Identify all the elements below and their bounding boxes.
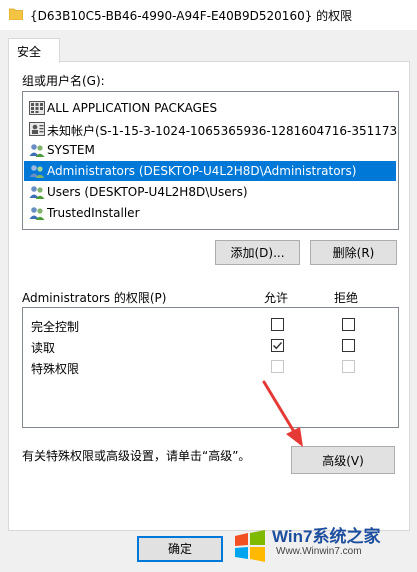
add-button[interactable]: 添加(D)...: [215, 240, 300, 265]
permission-name: 特殊权限: [31, 362, 80, 376]
list-item[interactable]: Users (DESKTOP-U4L2H8D\Users): [24, 182, 396, 202]
list-item[interactable]: SYSTEM: [24, 140, 396, 160]
window-title: {D63B10C5-BB46-4990-A94F-E40B9D520160} 的…: [30, 9, 353, 23]
users-group-icon: [29, 186, 45, 199]
title-bar[interactable]: {D63B10C5-BB46-4990-A94F-E40B9D520160} 的…: [0, 0, 417, 30]
ok-button[interactable]: 确定: [137, 536, 223, 562]
list-item-label: Users (DESKTOP-U4L2H8D\Users): [47, 185, 248, 199]
deny-checkbox-disabled: [342, 360, 355, 373]
permissions-list: 完全控制 读取 特殊权限: [22, 307, 399, 428]
tab-security-label: 安全: [17, 45, 42, 59]
watermark-url: Www.Winwin7.com: [276, 546, 362, 557]
list-item[interactable]: TrustedInstaller: [24, 203, 396, 223]
advanced-hint: 有关特殊权限或高级设置，请单击“高级”。: [22, 449, 251, 463]
tab-security[interactable]: 安全: [8, 38, 60, 63]
list-item-selected[interactable]: Administrators (DESKTOP-U4L2H8D\Administ…: [24, 161, 396, 181]
unknown-user-icon: [29, 122, 45, 136]
permissions-label: Administrators 的权限(P): [22, 291, 167, 305]
deny-checkbox[interactable]: [342, 318, 355, 331]
group-list-label: 组或用户名(G):: [22, 74, 105, 88]
watermark-brand: Win7系统之家: [272, 527, 381, 546]
list-item-label: SYSTEM: [47, 143, 95, 157]
users-group-icon: [29, 165, 45, 178]
allow-checkbox-disabled: [271, 360, 284, 373]
allow-checkbox[interactable]: [271, 318, 284, 331]
permission-row: 特殊权限: [31, 357, 391, 377]
users-group-icon: [29, 207, 45, 220]
checkmark-icon: [273, 342, 283, 350]
list-item[interactable]: ALL APPLICATION PACKAGES: [24, 98, 396, 118]
users-group-icon: [29, 144, 45, 157]
deny-checkbox[interactable]: [342, 339, 355, 352]
list-item-label: 未知帐户(S-1-15-3-1024-1065365936-1281604716…: [47, 124, 399, 138]
allow-column-header: 允许: [264, 291, 289, 305]
list-item-label: ALL APPLICATION PACKAGES: [47, 101, 218, 115]
windows-logo-icon: [235, 530, 265, 562]
advanced-button[interactable]: 高级(V): [291, 446, 395, 474]
remove-button[interactable]: 删除(R): [310, 240, 397, 265]
permission-name: 读取: [31, 341, 56, 355]
deny-column-header: 拒绝: [334, 291, 359, 305]
watermark: Win7系统之家 Www.Winwin7.com: [232, 520, 417, 572]
group-listbox[interactable]: ALL APPLICATION PACKAGES 未知帐户(S-1-15-3-1…: [22, 91, 399, 230]
app-packages-icon: [29, 101, 45, 115]
permission-name: 完全控制: [31, 320, 80, 334]
folder-icon: [9, 8, 23, 20]
permission-row: 读取: [31, 336, 391, 356]
permission-row: 完全控制: [31, 315, 391, 335]
allow-checkbox[interactable]: [271, 339, 284, 352]
list-item-label: Administrators (DESKTOP-U4L2H8D\Administ…: [47, 164, 357, 178]
list-item[interactable]: 未知帐户(S-1-15-3-1024-1065365936-1281604716…: [24, 119, 399, 139]
list-item-label: TrustedInstaller: [47, 206, 140, 220]
